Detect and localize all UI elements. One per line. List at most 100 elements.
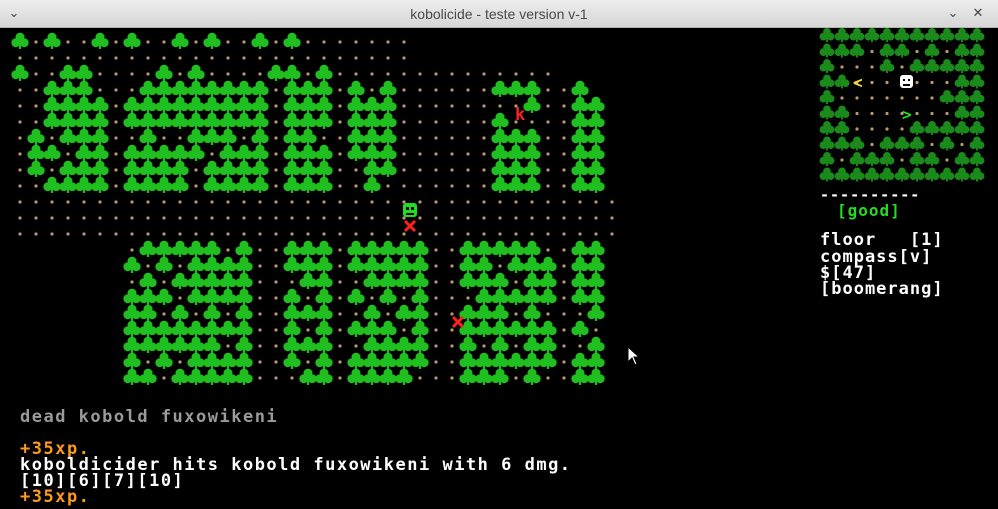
floor-tile bbox=[370, 56, 374, 60]
floor-tile bbox=[34, 40, 38, 44]
floor-tile bbox=[885, 80, 889, 85]
tree-tile bbox=[587, 144, 605, 161]
tree-tile bbox=[571, 80, 589, 97]
game-map[interactable]: k bbox=[0, 28, 640, 388]
tree-tile bbox=[571, 288, 589, 305]
tree-tile bbox=[587, 272, 605, 289]
tree-tile bbox=[171, 112, 189, 129]
floor-tile bbox=[274, 104, 278, 108]
floor-tile bbox=[402, 296, 406, 300]
tree-tile bbox=[123, 320, 141, 337]
floor-tile bbox=[578, 232, 582, 236]
tree-tile bbox=[834, 43, 850, 58]
floor-tile bbox=[418, 376, 422, 380]
floor-tile bbox=[945, 80, 949, 85]
floor-tile bbox=[18, 200, 22, 204]
tree-tile bbox=[363, 256, 381, 273]
tree-tile bbox=[459, 320, 477, 337]
close-icon[interactable]: ✕ bbox=[970, 6, 986, 22]
tree-tile bbox=[171, 368, 189, 385]
tree-tile bbox=[235, 368, 253, 385]
boomerang-icon: < bbox=[853, 73, 863, 92]
tree-tile bbox=[315, 96, 333, 113]
floor-tile bbox=[546, 104, 550, 108]
floor-tile bbox=[370, 216, 374, 220]
floor-tile bbox=[434, 360, 438, 364]
floor-tile bbox=[434, 264, 438, 268]
tree-tile bbox=[91, 128, 109, 145]
tree-tile bbox=[315, 288, 333, 305]
floor-tile bbox=[546, 232, 550, 236]
floor-tile bbox=[930, 142, 934, 147]
floor-tile bbox=[194, 40, 198, 44]
tree-tile bbox=[187, 128, 205, 145]
floor-tile bbox=[338, 72, 342, 76]
floor-tile bbox=[562, 168, 566, 172]
floor-tile bbox=[114, 72, 118, 76]
tree-tile bbox=[879, 43, 895, 58]
tree-tile bbox=[491, 144, 509, 161]
floor-tile bbox=[18, 168, 22, 172]
floor-tile bbox=[450, 152, 454, 156]
floor-tile bbox=[194, 168, 198, 172]
tree-tile bbox=[819, 28, 835, 42]
tree-tile bbox=[187, 112, 205, 129]
tree-tile bbox=[283, 128, 301, 145]
tree-tile bbox=[523, 368, 541, 385]
tree-tile bbox=[539, 272, 557, 289]
tree-tile bbox=[849, 28, 865, 42]
floor-tile bbox=[434, 120, 438, 124]
title-bar[interactable]: ⌄ kobolicide - teste version v-1 ⌄ ✕ bbox=[0, 0, 998, 28]
tree-tile bbox=[954, 89, 970, 104]
floor-tile bbox=[885, 111, 889, 116]
floor-tile bbox=[210, 216, 214, 220]
tree-tile bbox=[379, 112, 397, 129]
floor-tile bbox=[434, 168, 438, 172]
tree-tile bbox=[507, 256, 525, 273]
tree-tile bbox=[139, 128, 157, 145]
tree-tile bbox=[834, 74, 850, 89]
tree-tile bbox=[347, 80, 365, 97]
tree-tile bbox=[251, 144, 269, 161]
floor-tile bbox=[466, 200, 470, 204]
tree-tile bbox=[395, 304, 413, 321]
tree-tile bbox=[864, 151, 880, 166]
floor-tile bbox=[386, 40, 390, 44]
tree-tile bbox=[363, 176, 381, 193]
tree-tile bbox=[475, 272, 493, 289]
floor-tile bbox=[498, 264, 502, 268]
tree-tile bbox=[379, 320, 397, 337]
tree-tile bbox=[219, 176, 237, 193]
tree-tile bbox=[75, 112, 93, 129]
minimize-icon[interactable]: ⌄ bbox=[945, 6, 961, 22]
floor-tile bbox=[402, 56, 406, 60]
tree-tile bbox=[379, 352, 397, 369]
floor-tile bbox=[98, 216, 102, 220]
tree-tile bbox=[219, 144, 237, 161]
floor-tile bbox=[418, 120, 422, 124]
tree-tile bbox=[924, 151, 940, 166]
tree-tile bbox=[155, 80, 173, 97]
floor-tile bbox=[306, 56, 310, 60]
tree-tile bbox=[315, 304, 333, 321]
tree-tile bbox=[411, 320, 429, 337]
floor-tile bbox=[434, 216, 438, 220]
tree-tile bbox=[379, 96, 397, 113]
floor-tile bbox=[402, 328, 406, 332]
floor-tile bbox=[194, 56, 198, 60]
tree-tile bbox=[969, 167, 985, 182]
floor-tile bbox=[66, 152, 70, 156]
floor-tile bbox=[194, 216, 198, 220]
floor-tile bbox=[386, 184, 390, 188]
tree-tile bbox=[954, 120, 970, 135]
tree-tile bbox=[123, 288, 141, 305]
tree-tile bbox=[834, 167, 850, 182]
tree-tile bbox=[924, 167, 940, 182]
tree-tile bbox=[969, 89, 985, 104]
floor-tile bbox=[402, 88, 406, 92]
tree-tile bbox=[475, 320, 493, 337]
tree-tile bbox=[491, 336, 509, 353]
floor-tile bbox=[930, 80, 934, 85]
floor-tile bbox=[450, 136, 454, 140]
floor-tile bbox=[98, 72, 102, 76]
